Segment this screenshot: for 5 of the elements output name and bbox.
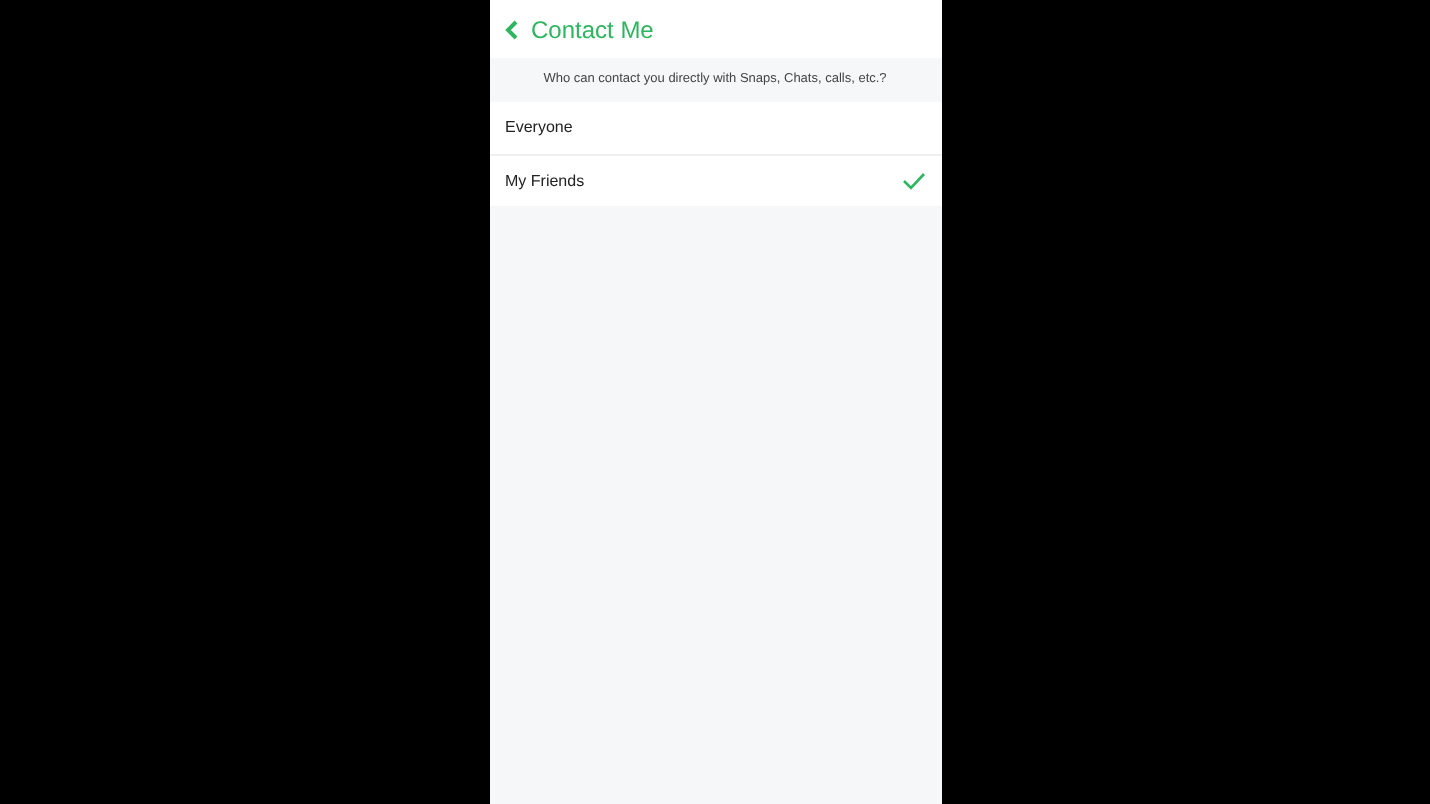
header-title: Contact Me bbox=[531, 13, 654, 47]
back-icon[interactable] bbox=[501, 17, 521, 41]
option-row[interactable]: Everyone bbox=[489, 102, 941, 154]
checkmark-icon bbox=[901, 172, 925, 190]
option-row[interactable]: My Friends bbox=[489, 154, 941, 206]
